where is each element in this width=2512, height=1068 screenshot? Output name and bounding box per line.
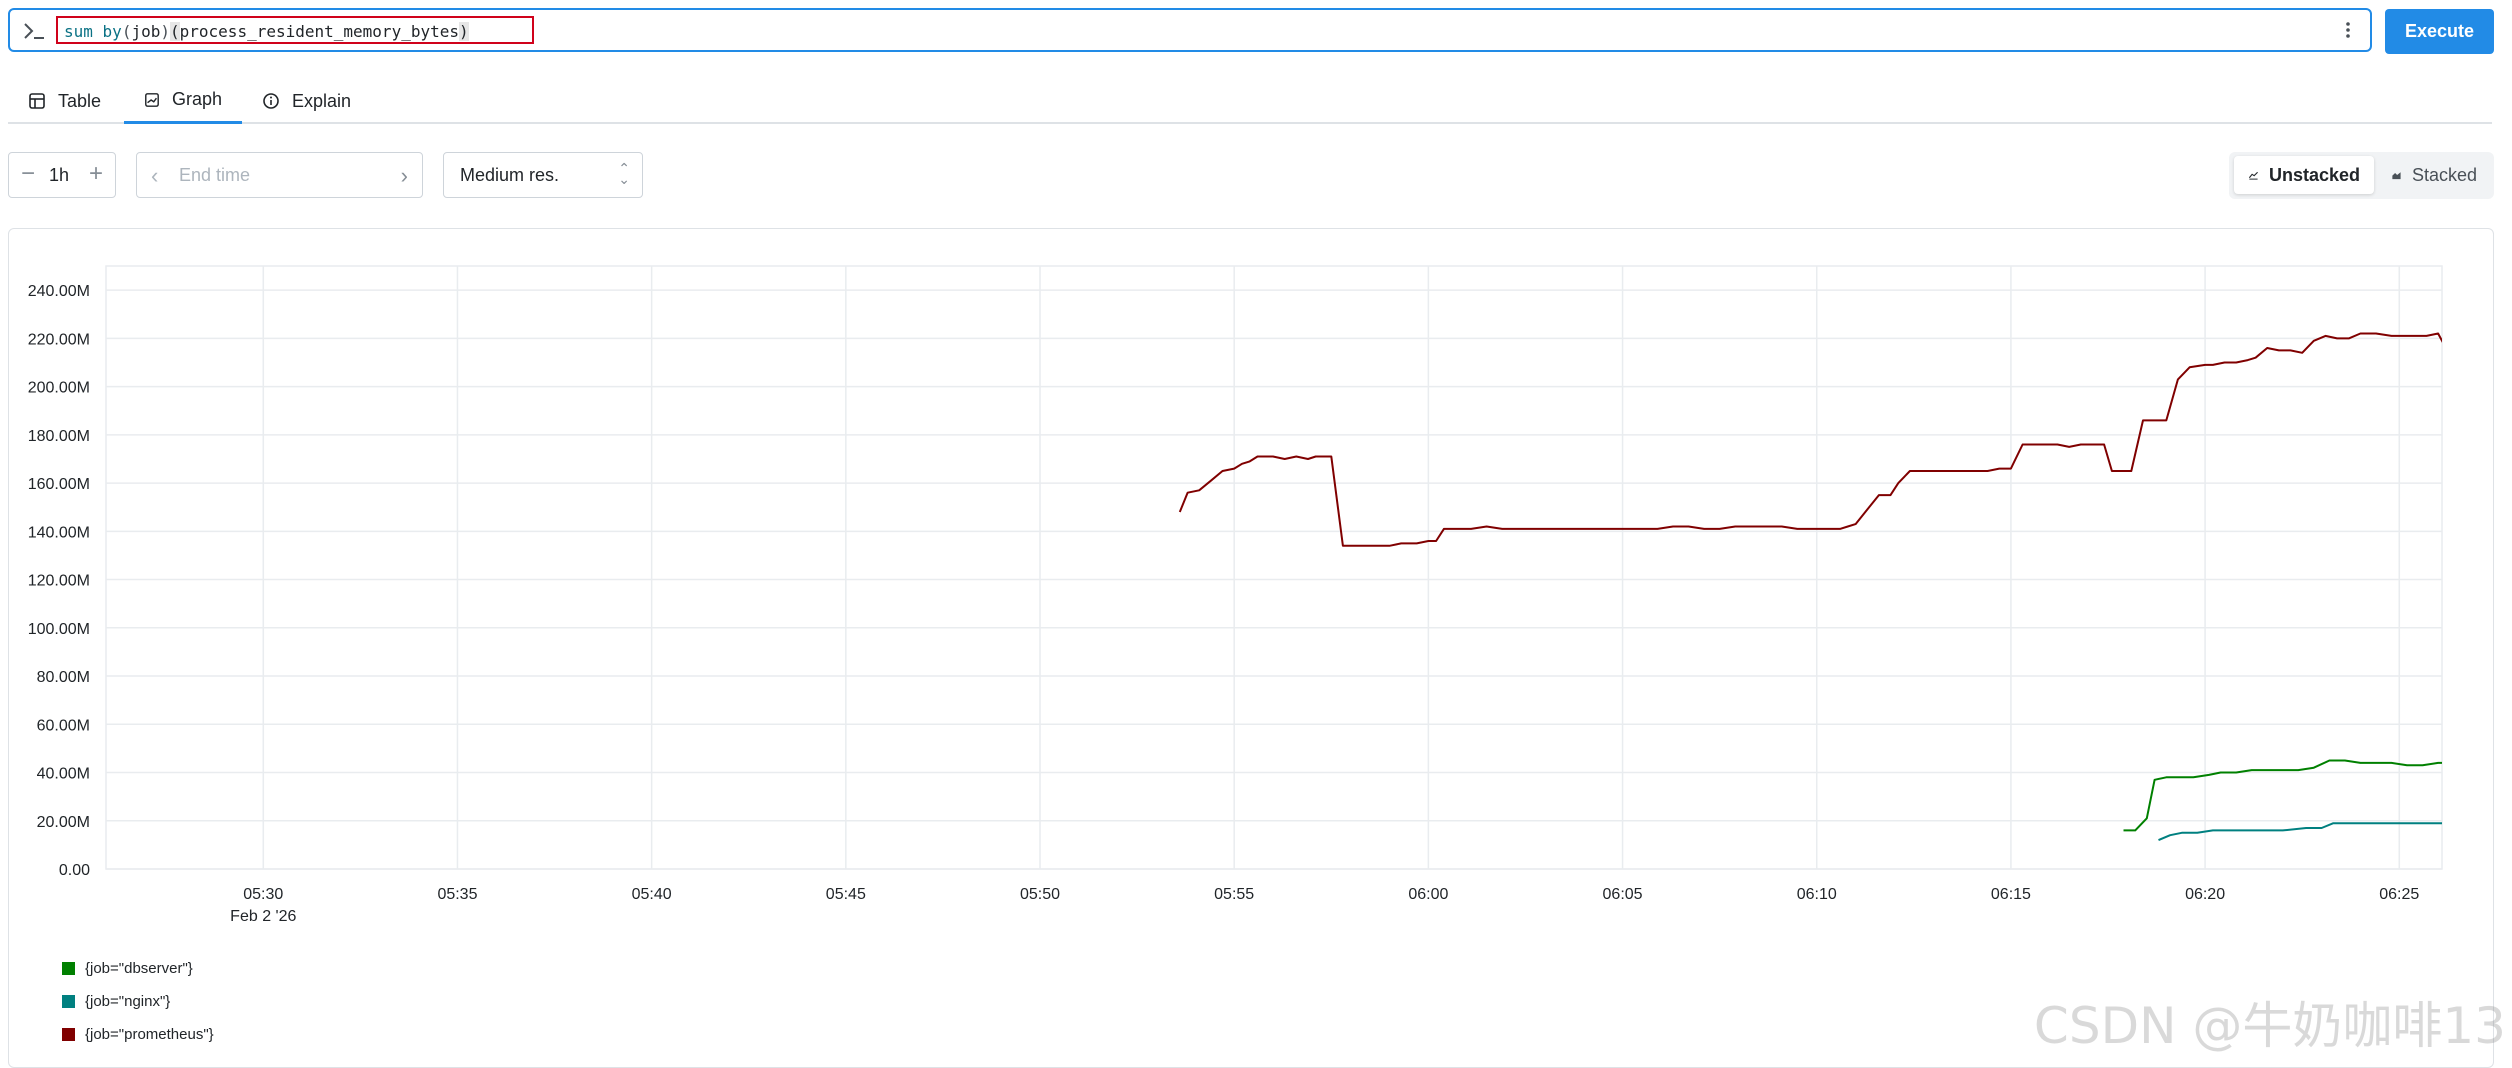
x-tick-label: 05:50 bbox=[1020, 886, 1060, 903]
y-tick-label: 240.00M bbox=[28, 283, 90, 300]
y-tick-label: 120.00M bbox=[28, 573, 90, 590]
y-tick-label: 0.00 bbox=[59, 862, 90, 879]
series-line[interactable] bbox=[2159, 823, 2512, 840]
x-tick-label: 06:15 bbox=[1991, 886, 2031, 903]
plot-area bbox=[106, 266, 2442, 869]
y-tick-label: 140.00M bbox=[28, 524, 90, 541]
x-tick-label: 06:10 bbox=[1797, 886, 1837, 903]
memory-line-chart[interactable]: 0.00 20.00M 40.00M 60.00M 80.00M 100.00M 120.0… bbox=[0, 0, 2512, 1058]
y-tick-label: 80.00M bbox=[37, 669, 90, 686]
x-tick-label: 06:20 bbox=[2185, 886, 2225, 903]
series-line[interactable] bbox=[2124, 761, 2512, 831]
y-tick-label: 60.00M bbox=[37, 717, 90, 734]
x-tick-sublabel: Feb 2 '26 bbox=[230, 908, 296, 925]
x-tick-label: 05:40 bbox=[632, 886, 672, 903]
legend-item-nginx[interactable]: {job="nginx"} bbox=[62, 993, 170, 1010]
legend-item-prometheus[interactable]: {job="prometheus"} bbox=[62, 1026, 214, 1043]
x-tick-label: 05:45 bbox=[826, 886, 866, 903]
y-tick-label: 220.00M bbox=[28, 331, 90, 348]
x-tick-label: 05:30 bbox=[243, 886, 283, 903]
legend-swatch bbox=[62, 1028, 75, 1041]
y-tick-label: 160.00M bbox=[28, 476, 90, 493]
x-tick-label: 06:05 bbox=[1603, 886, 1643, 903]
series-line[interactable] bbox=[1180, 334, 2512, 546]
x-tick-label: 06:00 bbox=[1408, 886, 1448, 903]
x-tick-label: 06:25 bbox=[2379, 886, 2419, 903]
y-tick-label: 180.00M bbox=[28, 428, 90, 445]
legend-label: {job="prometheus"} bbox=[85, 1026, 214, 1043]
legend-swatch bbox=[62, 995, 75, 1008]
y-tick-label: 100.00M bbox=[28, 621, 90, 638]
legend-item-dbserver[interactable]: {job="dbserver"} bbox=[62, 960, 193, 977]
x-tick-label: 05:35 bbox=[437, 886, 477, 903]
y-tick-label: 20.00M bbox=[37, 814, 90, 831]
watermark: CSDN @牛奶咖啡13 bbox=[2034, 986, 2506, 1058]
legend-label: {job="dbserver"} bbox=[85, 960, 193, 977]
legend-swatch bbox=[62, 962, 75, 975]
x-tick-label: 05:55 bbox=[1214, 886, 1254, 903]
y-tick-label: 200.00M bbox=[28, 380, 90, 397]
legend-label: {job="nginx"} bbox=[85, 993, 170, 1010]
y-tick-label: 40.00M bbox=[37, 766, 90, 783]
